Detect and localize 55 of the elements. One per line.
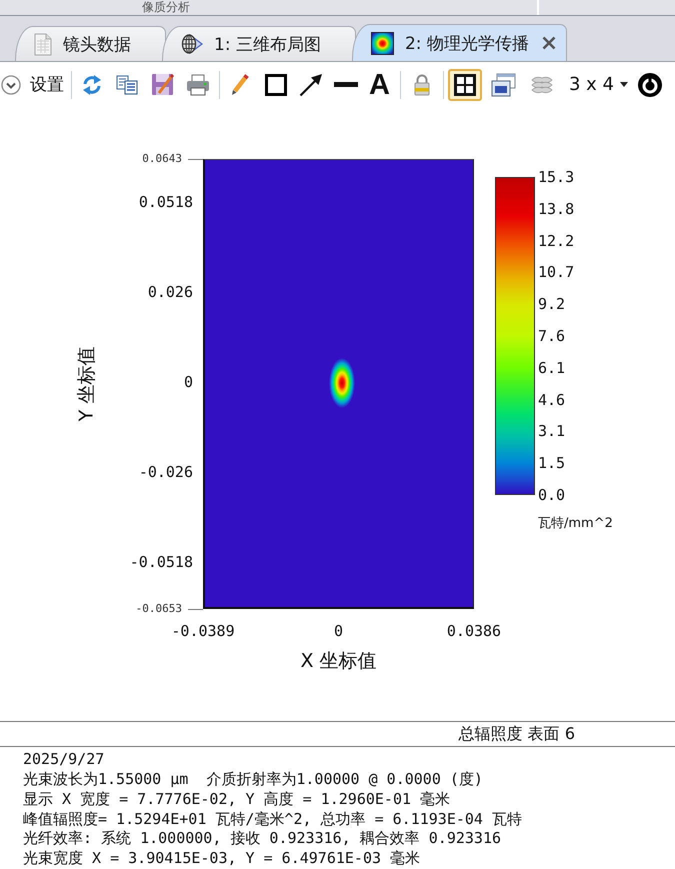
- arrow-icon[interactable]: [299, 72, 323, 96]
- settings-button[interactable]: 设置: [1, 73, 64, 96]
- y-tick-label: 0.0643: [142, 152, 182, 166]
- summary-title: 总辐照度 表面 6: [458, 724, 575, 745]
- x-tick-label: -0.0389: [170, 621, 236, 641]
- lock-icon[interactable]: [414, 74, 430, 96]
- refresh-icon[interactable]: [82, 74, 102, 96]
- colorbar-label: 10.7: [538, 262, 574, 282]
- grid-view-button[interactable]: [448, 68, 482, 100]
- close-icon[interactable]: [542, 36, 556, 50]
- tab[interactable]: 镜头数据: [15, 26, 166, 61]
- y-tick-label: -0.026: [138, 462, 193, 482]
- colorbar-label: 4.6: [538, 390, 566, 410]
- y-tick-label: -0.0518: [130, 552, 193, 572]
- y-tick-label: 0.026: [148, 282, 193, 302]
- power-icon[interactable]: [638, 72, 662, 96]
- colorbar-label: 15.3: [538, 167, 574, 187]
- grid-icon: [454, 74, 476, 96]
- colorbar-label: 6.1: [538, 358, 566, 378]
- rectangle-icon[interactable]: [265, 74, 287, 96]
- heatmap-icon: [370, 32, 394, 54]
- colorbar-label: 13.8: [538, 198, 574, 219]
- colorbar-unit: 瓦特/mm^2: [538, 515, 613, 533]
- y-axis-title: Y 坐标值: [74, 346, 98, 422]
- colorbar-label: 0.0: [538, 484, 566, 505]
- info-line: 2025/9/27: [23, 750, 106, 770]
- tab[interactable]: 2: 物理光学传播: [352, 24, 567, 61]
- colorbar-label: 12.2: [538, 230, 574, 251]
- sphere-icon: [181, 33, 203, 55]
- info-line: 峰值辐照度= 1.5294E+01 瓦特/毫米^2, 总功率 = 6.1193E-04 瓦特: [23, 810, 523, 830]
- info-line: 光束宽度 X = 3.90415E-03, Y = 6.49761E-03 毫米: [23, 849, 422, 869]
- colorbar-label: 1.5: [538, 453, 566, 474]
- info-line: 显示 X 宽度 = 7.7776E-02, Y 高度 = 1.2960E-01 毫米: [23, 790, 452, 810]
- copy-icon[interactable]: [116, 74, 138, 94]
- panel-title: 像质分析: [142, 0, 190, 15]
- pencil-icon[interactable]: [231, 74, 249, 96]
- text-tool-button[interactable]: A: [369, 70, 390, 100]
- info-line: 光纤效率: 系统 1.000000, 接收 0.923316, 耦合效率 0.923316: [23, 829, 502, 850]
- save-icon[interactable]: [151, 73, 174, 96]
- colorbar-label: 3.1: [538, 421, 566, 442]
- y-tick-label: 0: [184, 372, 193, 392]
- x-tick-label: 0: [332, 621, 344, 641]
- window-icon: [491, 72, 516, 96]
- info-line: 光束波长为1.55000 µm 介质折射率为1.00000 @ 0.0000 (度): [23, 770, 484, 790]
- tab[interactable]: 1: 三维布局图: [162, 26, 356, 61]
- caret-icon: [620, 82, 628, 87]
- x-axis-title: X 坐标值: [300, 649, 377, 673]
- y-tick-label: 0.0518: [138, 192, 193, 212]
- y-tick-label: -0.0653: [136, 602, 182, 616]
- colorbar-label: 7.6: [538, 326, 566, 346]
- layout-button[interactable]: 3 x 4: [568, 74, 628, 95]
- printer-icon[interactable]: [186, 74, 210, 96]
- colorbar-label: 9.2: [538, 294, 566, 314]
- x-tick-label: 0.0386: [446, 621, 502, 641]
- document-icon: [34, 32, 52, 56]
